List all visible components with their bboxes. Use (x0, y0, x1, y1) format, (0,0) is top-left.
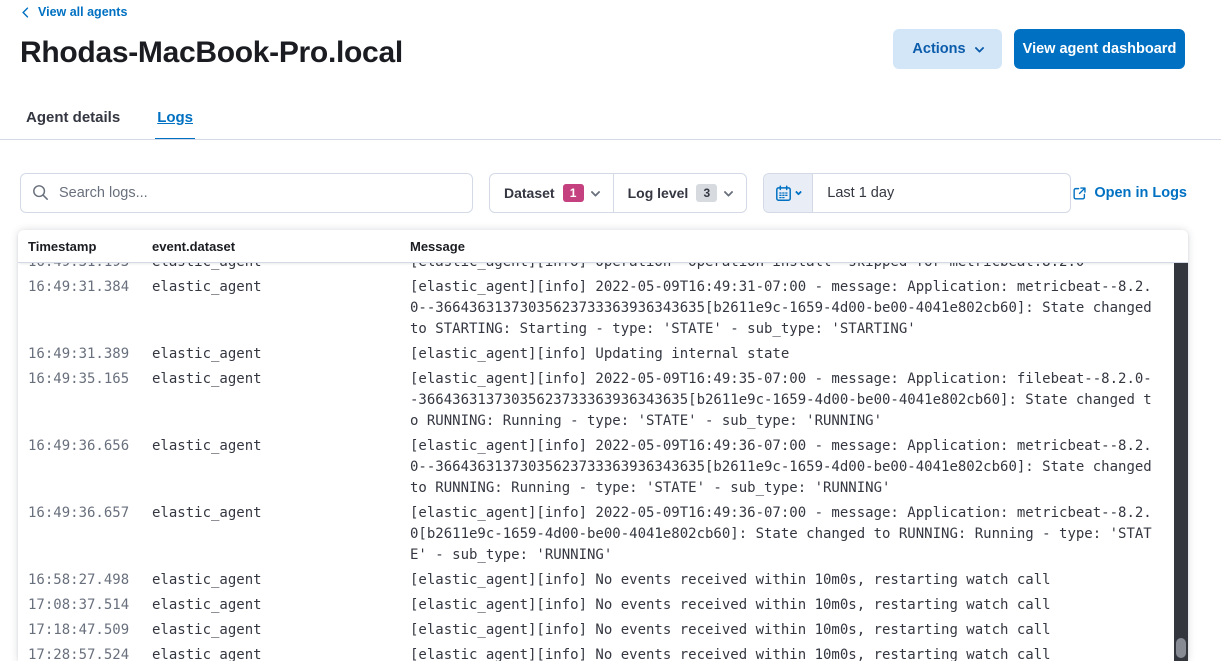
log-message: [elastic_agent][info] Updating internal … (410, 344, 1160, 365)
tab-logs-label: Logs (157, 109, 193, 126)
actions-button[interactable]: Actions (893, 29, 1002, 69)
log-message: [elastic_agent][info] No events received… (410, 620, 1160, 641)
log-table-row[interactable]: 16:58:27.498 elastic_agent [elastic_agen… (18, 568, 1174, 593)
tab-logs[interactable]: Logs (155, 109, 195, 140)
log-table-row[interactable]: 16:49:31.389 elastic_agent [elastic_agen… (18, 342, 1174, 367)
log-table-row[interactable]: 17:28:57.524 elastic_agent [elastic_agen… (18, 643, 1174, 661)
tab-bar: Agent details Logs (24, 109, 195, 140)
tabs-divider (0, 139, 1221, 140)
log-timestamp: 16:49:35.165 (28, 369, 152, 432)
log-level-filter-label: Log level (628, 185, 689, 201)
log-message: [elastic_agent][info] 2022-05-09T16:49:3… (410, 503, 1160, 566)
log-dataset: elastic_agent (152, 645, 410, 661)
chevron-down-icon (590, 187, 600, 197)
dataset-filter-count-badge: 1 (563, 184, 584, 202)
log-dataset: elastic_agent (152, 369, 410, 432)
calendar-icon (775, 185, 792, 202)
log-table-panel: Timestamp event.dataset Message 16:49:31… (18, 230, 1188, 661)
log-message: [elastic_agent][info] No events received… (410, 570, 1160, 591)
dataset-filter-button[interactable]: Dataset 1 (490, 174, 613, 212)
log-dataset: elastic_agent (152, 344, 410, 365)
dataset-filter-label: Dataset (504, 185, 555, 201)
agent-logs-page: View all agents Rhodas-MacBook-Pro.local… (0, 0, 1221, 661)
column-header-timestamp: Timestamp (28, 239, 152, 254)
tab-agent-details[interactable]: Agent details (24, 109, 122, 140)
view-agent-dashboard-button[interactable]: View agent dashboard (1014, 29, 1185, 69)
scrollbar-thumb[interactable] (1176, 638, 1186, 658)
log-table-row[interactable]: 16:49:35.165 elastic_agent [elastic_agen… (18, 367, 1174, 434)
open-in-logs-label: Open in Logs (1094, 185, 1187, 201)
view-agent-dashboard-label: View agent dashboard (1023, 41, 1177, 57)
view-all-agents-label: View all agents (38, 5, 127, 19)
log-level-filter-count-badge: 3 (696, 184, 717, 202)
log-dataset: elastic_agent (152, 620, 410, 641)
log-filter-group: Dataset 1 Log level 3 (489, 173, 747, 213)
log-dataset: elastic_agent (152, 503, 410, 566)
log-dataset: elastic_agent (152, 263, 410, 273)
log-timestamp: 16:49:31.384 (28, 277, 152, 340)
log-table-row[interactable]: 17:08:37.514 elastic_agent [elastic_agen… (18, 593, 1174, 618)
log-table-row[interactable]: 16:49:31.193 elastic_agent [elastic_agen… (18, 263, 1174, 275)
search-icon (32, 184, 49, 206)
date-range-picker: Last 1 day (763, 173, 1071, 213)
log-filter-bar: Dataset 1 Log level 3 (20, 173, 1187, 213)
chevron-left-icon (20, 7, 31, 18)
search-logs-input[interactable] (20, 173, 473, 213)
log-table-row[interactable]: 16:49:31.384 elastic_agent [elastic_agen… (18, 275, 1174, 342)
log-timestamp: 17:28:57.524 (28, 645, 152, 661)
log-dataset: elastic_agent (152, 277, 410, 340)
log-timestamp: 16:49:31.389 (28, 344, 152, 365)
log-message: [elastic_agent][info] No events received… (410, 595, 1160, 616)
external-link-icon (1072, 186, 1087, 201)
chevron-down-icon (974, 43, 984, 53)
tab-agent-details-label: Agent details (26, 109, 120, 126)
vertical-scrollbar[interactable] (1174, 263, 1188, 661)
page-title: Rhodas-MacBook-Pro.local (20, 36, 403, 70)
log-table-body: 16:49:31.193 elastic_agent [elastic_agen… (18, 263, 1174, 661)
time-range-value[interactable]: Last 1 day (813, 185, 894, 201)
log-timestamp: 16:49:36.657 (28, 503, 152, 566)
log-timestamp: 16:49:31.193 (28, 263, 152, 273)
log-message: [elastic_agent][info] 2022-05-09T16:49:3… (410, 436, 1160, 499)
log-message: [elastic_agent][info] Operation 'operati… (410, 263, 1160, 273)
log-dataset: elastic_agent (152, 595, 410, 616)
chevron-down-icon (795, 188, 802, 195)
log-dataset: elastic_agent (152, 436, 410, 499)
view-all-agents-link[interactable]: View all agents (20, 5, 127, 19)
log-message: [elastic_agent][info] 2022-05-09T16:49:3… (410, 369, 1160, 432)
column-header-event-dataset: event.dataset (152, 239, 410, 254)
actions-button-label: Actions (912, 41, 965, 57)
log-timestamp: 17:08:37.514 (28, 595, 152, 616)
log-timestamp: 16:49:36.656 (28, 436, 152, 499)
column-header-message: Message (410, 239, 1188, 254)
log-timestamp: 17:18:47.509 (28, 620, 152, 641)
search-box (20, 173, 473, 213)
log-table-row[interactable]: 17:18:47.509 elastic_agent [elastic_agen… (18, 618, 1174, 643)
open-in-logs-link[interactable]: Open in Logs (1072, 185, 1187, 201)
chevron-down-icon (724, 187, 734, 197)
log-message: [elastic_agent][info] 2022-05-09T16:49:3… (410, 277, 1160, 340)
log-message: [elastic_agent][info] No events received… (410, 645, 1160, 661)
log-table-row[interactable]: 16:49:36.657 elastic_agent [elastic_agen… (18, 501, 1174, 568)
log-dataset: elastic_agent (152, 570, 410, 591)
log-table-row[interactable]: 16:49:36.656 elastic_agent [elastic_agen… (18, 434, 1174, 501)
log-timestamp: 16:58:27.498 (28, 570, 152, 591)
date-picker-calendar-button[interactable] (764, 174, 813, 212)
log-level-filter-button[interactable]: Log level 3 (613, 174, 747, 212)
log-table-header: Timestamp event.dataset Message (18, 230, 1188, 263)
